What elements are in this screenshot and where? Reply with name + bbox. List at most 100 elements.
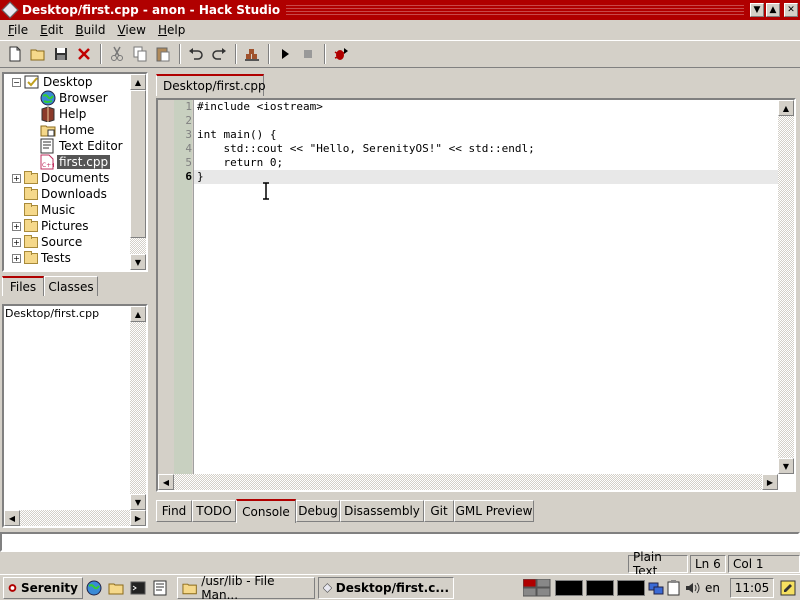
browser-icon — [86, 580, 102, 595]
quick-launch-file-manager[interactable] — [105, 577, 127, 599]
tree-item-pictures[interactable]: + Pictures — [4, 218, 146, 234]
build-button[interactable] — [241, 43, 263, 65]
tab-todo[interactable]: TODO — [192, 500, 236, 522]
delete-button[interactable] — [73, 43, 95, 65]
hack-studio-icon — [323, 582, 332, 593]
status-language[interactable]: Plain Text — [628, 550, 688, 578]
minimize-button[interactable]: ▼ — [750, 3, 764, 17]
text-editor-icon — [40, 138, 54, 154]
clock[interactable]: 11:05 — [730, 577, 774, 598]
cut-icon — [111, 46, 123, 61]
editor-tab[interactable]: Desktop/first.cpp — [156, 74, 266, 96]
open-file-item[interactable]: Desktop/first.cpp — [4, 306, 146, 321]
tree-item-text-editor[interactable]: Text Editor — [4, 138, 146, 154]
tree-item-downloads[interactable]: Downloads — [4, 186, 146, 202]
status-line: Ln 6 — [690, 555, 726, 573]
cut-button[interactable] — [106, 43, 128, 65]
title-bar[interactable]: Desktop/first.cpp - anon - Hack Studio ▼… — [0, 0, 800, 20]
tree-item-source[interactable]: + Source — [4, 234, 146, 250]
scroll-right-button[interactable]: ▶ — [762, 474, 778, 490]
menu-edit[interactable]: Edit — [34, 23, 69, 37]
scroll-down-button[interactable]: ▼ — [778, 458, 794, 474]
open-files-list[interactable]: Desktop/first.cpp ▲ ▼ ◀ ▶ — [2, 304, 148, 528]
code-editor[interactable]: 1 2 3 4 5 6 #include <iostream> int main… — [156, 98, 796, 492]
stop-button[interactable] — [297, 43, 319, 65]
scroll-down-button[interactable]: ▼ — [130, 254, 146, 270]
tab-find[interactable]: Find — [156, 500, 192, 522]
paste-button[interactable] — [152, 43, 174, 65]
task-hack-studio[interactable]: Desktop/first.c... — [318, 576, 454, 599]
network-icon — [648, 582, 664, 594]
network-graph[interactable] — [617, 579, 645, 596]
undo-button[interactable] — [185, 43, 207, 65]
expand-icon[interactable]: + — [12, 237, 21, 247]
console-input[interactable] — [0, 532, 800, 552]
line-number: 1 — [185, 100, 192, 113]
menu-build[interactable]: Build — [69, 23, 111, 37]
tree-item-first-cpp[interactable]: C++ first.cpp — [4, 154, 146, 170]
menu-file[interactable]: File — [2, 23, 34, 37]
project-tree[interactable]: − Desktop Browser Help Home Text Editor … — [2, 72, 148, 272]
run-button[interactable] — [274, 43, 296, 65]
redo-button[interactable] — [208, 43, 230, 65]
scroll-left-button[interactable]: ◀ — [158, 474, 174, 490]
tree-scrollbar[interactable]: ▲ ▼ — [130, 74, 146, 270]
tree-item-label: Home — [59, 123, 95, 137]
files-scrollbar[interactable]: ▲ ▼ — [130, 306, 146, 510]
code-line: } — [197, 170, 204, 183]
editor-hscrollbar[interactable]: ◀ ▶ — [158, 474, 778, 490]
quick-launch-terminal[interactable] — [127, 577, 149, 599]
tree-item-browser[interactable]: Browser — [4, 90, 146, 106]
save-button[interactable] — [50, 43, 72, 65]
collapse-icon[interactable]: − — [12, 77, 21, 87]
scroll-left-button[interactable]: ◀ — [4, 510, 20, 526]
tab-classes[interactable]: Classes — [44, 276, 98, 296]
files-hscrollbar[interactable]: ◀ ▶ — [4, 510, 146, 526]
start-button[interactable]: Serenity — [3, 576, 83, 599]
debug-button[interactable] — [330, 43, 352, 65]
scroll-up-button[interactable]: ▲ — [130, 74, 146, 90]
copy-button[interactable] — [129, 43, 151, 65]
tree-item-label: Tests — [41, 251, 71, 265]
editor-vscrollbar[interactable]: ▲ ▼ — [778, 100, 794, 474]
redo-icon — [212, 48, 226, 60]
open-button[interactable] — [27, 43, 49, 65]
expand-icon[interactable]: + — [12, 253, 21, 263]
expand-icon[interactable]: + — [12, 221, 21, 231]
tab-gml-preview[interactable]: GML Preview — [454, 500, 534, 522]
tree-item-desktop[interactable]: − Desktop — [4, 74, 146, 90]
folder-icon — [182, 583, 197, 594]
task-file-manager[interactable]: /usr/lib - File Man... — [177, 574, 315, 600]
quick-launch-browser[interactable] — [83, 577, 105, 599]
tab-debug[interactable]: Debug — [296, 500, 340, 522]
cpu-graph[interactable] — [555, 579, 583, 596]
maximize-button[interactable]: ▲ — [766, 3, 780, 17]
new-file-button[interactable] — [4, 43, 26, 65]
scroll-right-button[interactable]: ▶ — [130, 510, 146, 526]
memory-graph[interactable] — [586, 579, 614, 596]
menu-view[interactable]: View — [111, 23, 151, 37]
close-button[interactable]: ✕ — [784, 3, 798, 17]
line-number: 4 — [185, 142, 192, 155]
tree-item-tests[interactable]: + Tests — [4, 250, 146, 266]
tree-item-music[interactable]: Music — [4, 202, 146, 218]
scroll-down-button[interactable]: ▼ — [130, 494, 146, 510]
scroll-thumb[interactable] — [130, 90, 146, 238]
scroll-up-button[interactable]: ▲ — [778, 100, 794, 116]
tab-git[interactable]: Git — [424, 500, 454, 522]
tree-item-home[interactable]: Home — [4, 122, 146, 138]
clipboard-icon — [667, 579, 680, 595]
close-icon: ✕ — [787, 4, 795, 15]
tree-item-documents[interactable]: + Documents — [4, 170, 146, 186]
scroll-up-button[interactable]: ▲ — [130, 306, 146, 322]
tree-item-help[interactable]: Help — [4, 106, 146, 122]
menu-help[interactable]: Help — [152, 23, 191, 37]
line-number: 3 — [185, 128, 192, 141]
quick-launch-text-editor[interactable] — [149, 577, 171, 599]
debug-icon — [334, 48, 348, 60]
keyboard-layout[interactable]: en — [705, 581, 720, 595]
tab-disassembly[interactable]: Disassembly — [340, 500, 424, 522]
tab-files[interactable]: Files — [2, 276, 44, 296]
tab-console[interactable]: Console — [236, 499, 296, 523]
expand-icon[interactable]: + — [12, 173, 21, 183]
